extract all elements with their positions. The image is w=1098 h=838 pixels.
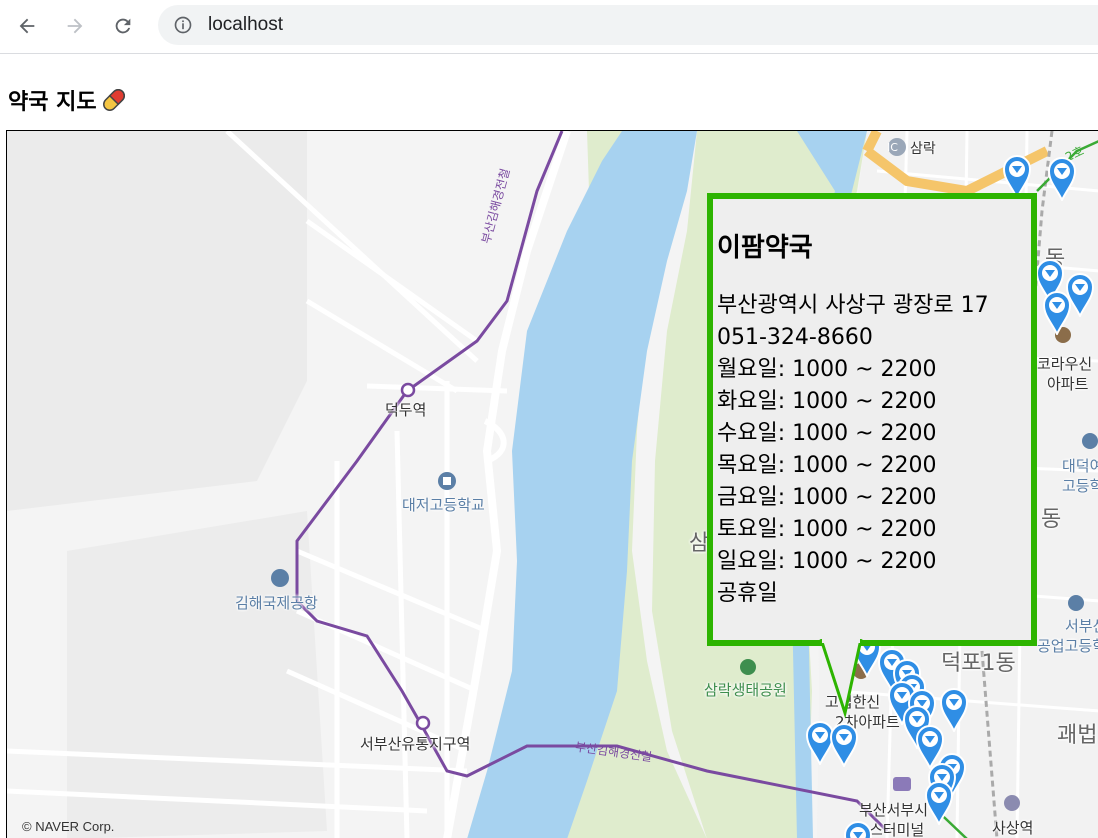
hours-saturday: 토요일: 1000 ~ 2200 [717, 517, 937, 542]
page-title-text: 약국 지도 [8, 90, 97, 115]
pharmacy-marker-icon[interactable] [829, 721, 859, 767]
hours-wednesday: 수요일: 1000 ~ 2200 [717, 421, 937, 446]
pharmacy-map[interactable]: 덕두역 대저고등학교 김해국제공항 서부산유통지구역 IC 삼락 삼락생태공원 … [6, 130, 1098, 838]
map-label-deokpo1dong: 덕포1동 [941, 651, 1016, 676]
map-label-bus-terminal-2: 스터미널 [869, 821, 925, 838]
map-label-samrak-ic: 삼락 [910, 141, 936, 157]
map-label-sasang-station: 사상역 [992, 819, 1034, 837]
reload-icon [115, 18, 131, 34]
pill-icon [102, 89, 125, 111]
map-label-korausin-2: 아파트 [1047, 375, 1089, 393]
map-label-samrak-eco-park: 삼락생태공원 [704, 681, 787, 699]
pharmacy-marker-icon[interactable] [1047, 155, 1077, 201]
map-label-ic-badge: IC [887, 141, 898, 154]
reload-button[interactable] [106, 9, 140, 43]
map-label-bus-terminal-1: 부산서부시 [859, 801, 929, 819]
map-copyright: © NAVER Corp. [22, 819, 115, 834]
map-label-dong-2: 동 [1041, 507, 1062, 532]
pharmacy-marker-icon[interactable] [1042, 289, 1072, 335]
hours-friday: 금요일: 1000 ~ 2200 [717, 485, 937, 510]
page-title: 약국 지도 [8, 84, 129, 116]
hours-sunday: 일요일: 1000 ~ 2200 [717, 549, 937, 574]
pharmacy-name: 이팜약국 [717, 233, 813, 263]
forward-button[interactable] [58, 9, 92, 43]
pharmacy-phone: 051-324-8660 [717, 325, 873, 350]
browser-toolbar: localhost [0, 0, 1098, 54]
hours-tuesday: 화요일: 1000 ~ 2200 [717, 389, 937, 414]
pharmacy-marker-icon[interactable] [924, 779, 954, 825]
map-label-seobusan-logistics-station: 서부산유통지구역 [360, 735, 471, 753]
address-bar[interactable]: localhost [158, 5, 1098, 45]
map-label-daedeok-2: 고등학 [1062, 477, 1098, 495]
pharmacy-holiday: 공휴일 [717, 581, 778, 606]
map-label-deokdu-station: 덕두역 [385, 401, 427, 419]
hours-thursday: 목요일: 1000 ~ 2200 [717, 453, 937, 478]
pharmacy-info-window: 이팜약국 부산광역시 사상구 광장로 17 051-324-8660 월요일: … [707, 193, 1037, 646]
info-window-pointer [819, 639, 863, 719]
url-text: localhost [208, 14, 283, 35]
map-label-daedeok-1: 대덕여 [1062, 457, 1098, 475]
forward-arrow-icon [67, 18, 83, 34]
hours-monday: 월요일: 1000 ~ 2200 [717, 357, 937, 382]
map-label-korausin-1: 코라우신 [1037, 355, 1093, 373]
info-icon[interactable] [173, 15, 193, 35]
map-label-gwaebeop: 괘법 [1057, 723, 1098, 748]
back-arrow-icon [19, 18, 35, 34]
map-label-gimhae-airport: 김해국제공항 [235, 594, 318, 612]
pharmacy-marker-icon[interactable] [843, 819, 873, 838]
pharmacy-address: 부산광역시 사상구 광장로 17 [717, 293, 989, 318]
map-label-seobusan-tech-2: 공업고등학 [1037, 637, 1098, 655]
map-label-seobusan-tech-1: 서부산 [1065, 617, 1098, 635]
back-button[interactable] [10, 9, 44, 43]
map-label-daejeo-high-school: 대저고등학교 [402, 496, 485, 514]
